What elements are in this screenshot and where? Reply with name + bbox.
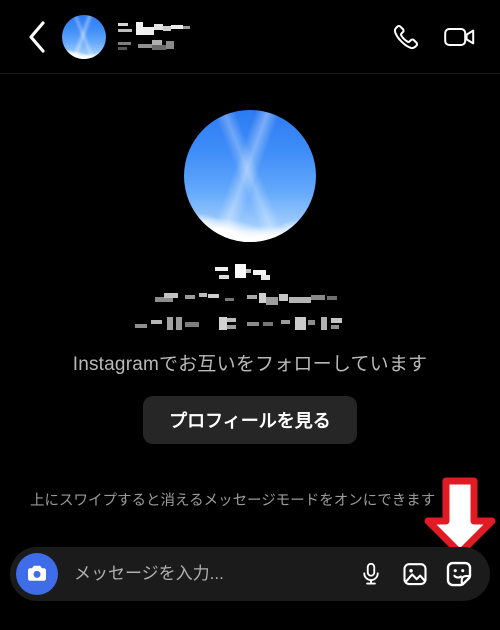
microphone-icon	[363, 562, 379, 585]
voice-call-button[interactable]	[384, 15, 428, 59]
camera-button[interactable]	[16, 553, 58, 595]
header-name-block[interactable]	[118, 22, 190, 51]
message-composer-bar	[10, 547, 490, 601]
profile-name-censored	[215, 264, 285, 282]
profile-name-block	[135, 264, 365, 332]
avatar-image	[62, 14, 106, 59]
swipe-hint-text: 上にスワイプすると消えるメッセージモードをオンにできます	[30, 493, 436, 509]
header-avatar[interactable]	[62, 14, 106, 59]
sticker-smiley-icon	[446, 561, 472, 587]
header-handle-censored	[118, 40, 180, 51]
photo-gallery-icon	[403, 563, 427, 586]
thread-profile-intro: Instagramでお互いをフォローしています プロフィールを見る	[0, 74, 500, 444]
phone-icon	[393, 24, 419, 49]
sticker-button[interactable]	[440, 555, 478, 593]
mutual-follow-text: Instagramでお互いをフォローしています	[72, 354, 428, 375]
profile-meta-censored	[135, 316, 365, 332]
video-call-button[interactable]	[438, 15, 482, 59]
back-button[interactable]	[14, 14, 60, 60]
profile-handle-censored	[155, 291, 345, 307]
camera-icon	[28, 565, 46, 581]
chevron-left-icon	[29, 20, 45, 53]
video-camera-icon	[444, 27, 475, 46]
profile-avatar-image	[184, 110, 316, 242]
message-input[interactable]	[72, 563, 352, 585]
voice-record-button[interactable]	[352, 555, 390, 593]
view-profile-button[interactable]: プロフィールを見る	[143, 396, 357, 444]
direct-message-thread-screen: Instagramでお互いをフォローしています プロフィールを見る 上にスワイプ…	[0, 0, 500, 630]
thread-header	[0, 0, 500, 74]
header-name-censored	[118, 22, 190, 35]
profile-avatar[interactable]	[184, 110, 316, 242]
gallery-button[interactable]	[396, 555, 434, 593]
